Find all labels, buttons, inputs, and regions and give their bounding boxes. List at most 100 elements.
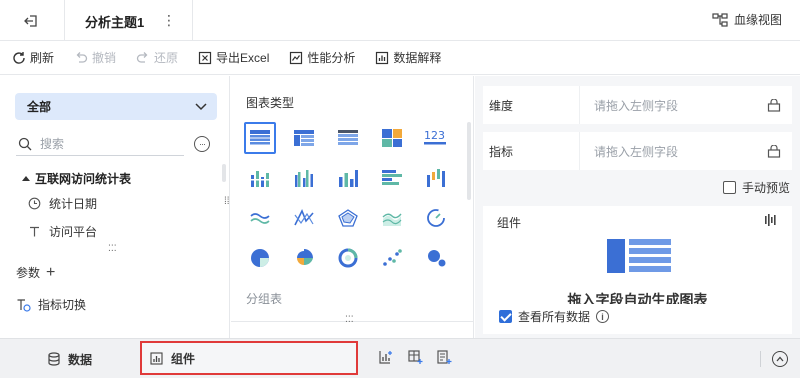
scatter-icon[interactable] (376, 242, 408, 274)
data-explain-icon (376, 51, 389, 64)
table-icon[interactable] (244, 122, 276, 154)
tab-widget[interactable]: 组件 (140, 341, 358, 375)
resize-handle-icon[interactable]: ⁚⁚⁚ (345, 315, 354, 324)
radar-icon[interactable] (332, 202, 364, 234)
redo-icon (136, 51, 148, 63)
lineage-view-button[interactable]: 血缘视图 (712, 11, 782, 28)
more-circle-icon[interactable]: ··· (194, 136, 210, 152)
divider (760, 351, 761, 367)
exit-icon[interactable] (18, 10, 44, 32)
field-panel: 全部 搜索 ··· 互联网访问统计表 统计日期 访问平台 ⁞⁞ ⁚⁚⁚ 参数 +… (0, 76, 230, 338)
manual-preview-label: 手动预览 (741, 181, 790, 195)
field-label: 统计日期 (49, 196, 98, 211)
info-icon[interactable]: i (596, 310, 610, 323)
config-panel: 维度 请拖入左侧字段 指标 请拖入左侧字段 手动预览 组件 拖入字段自动生成图表… (475, 76, 800, 338)
subject-title[interactable]: 分析主题1 (85, 12, 144, 31)
group-name: 互联网访问统计表 (35, 171, 132, 186)
database-icon (48, 352, 60, 366)
manual-preview-checkbox[interactable] (722, 181, 736, 194)
add-widget-icons (378, 349, 452, 368)
field-item-platform[interactable]: 访问平台 (22, 218, 212, 244)
tree-group[interactable]: 互联网访问统计表 (22, 168, 212, 188)
metric-placeholder: 请拖入左侧字段 (594, 144, 679, 159)
treemap-icon[interactable] (376, 122, 408, 154)
collapse-up-icon[interactable] (772, 351, 788, 367)
grouped-table-icon[interactable] (332, 122, 364, 154)
horizontal-bar-icon[interactable] (376, 162, 408, 194)
text-type-icon (30, 226, 39, 236)
grouped-bar-icon[interactable] (288, 162, 320, 194)
undo-label: 撤销 (92, 51, 117, 65)
params-label: 参数 (16, 266, 41, 280)
kpi-number-icon[interactable]: 123 (420, 122, 452, 154)
field-item-date[interactable]: 统计日期 (22, 190, 212, 216)
wave-line-icon[interactable] (244, 202, 276, 234)
cross-table-icon[interactable] (288, 122, 320, 154)
waterfall-icon[interactable] (420, 162, 452, 194)
search-input[interactable]: 搜索 (16, 132, 184, 156)
group-table-title: 分组表 (246, 292, 283, 306)
divider (64, 0, 65, 41)
ring-icon[interactable] (332, 242, 364, 274)
area-line-icon[interactable] (376, 202, 408, 234)
data-explain-button[interactable]: 数据解释 (375, 49, 441, 66)
metric-switch-icon (17, 298, 31, 312)
data-explain-label: 数据解释 (393, 51, 442, 65)
redo-button[interactable]: 还原 (136, 49, 178, 66)
tab-data[interactable]: 数据 (48, 339, 92, 378)
chevron-down-icon (195, 102, 207, 110)
more-options-icon[interactable]: ⋮ (162, 10, 176, 30)
metric-drop-zone[interactable]: 请拖入左侧字段 (579, 132, 756, 170)
bubble-icon[interactable] (420, 242, 452, 274)
expand-triangle-icon[interactable] (22, 175, 30, 181)
redo-label: 还原 (154, 51, 179, 65)
resize-handle-icon[interactable]: ⁚⁚⁚ (108, 244, 117, 253)
view-all-checkbox[interactable] (499, 310, 512, 323)
performance-button[interactable]: 性能分析 (289, 49, 355, 66)
undo-button[interactable]: 撤销 (74, 49, 116, 66)
params-row[interactable]: 参数 + (16, 264, 55, 281)
dimension-label: 维度 (489, 98, 514, 113)
scrollbar[interactable] (222, 164, 226, 182)
dimension-drop-zone[interactable]: 请拖入左侧字段 (579, 86, 756, 124)
toolbar: 刷新 撤销 还原 导出Excel 性能分析 数据解释 (0, 41, 800, 75)
metric-label: 指标 (489, 144, 514, 159)
metric-lock-icon[interactable] (756, 144, 792, 158)
refresh-label: 刷新 (30, 51, 55, 65)
search-row: 搜索 ··· (16, 132, 216, 156)
refresh-icon (13, 51, 25, 64)
svg-text:123: 123 (424, 129, 445, 142)
view-all-data-toggle[interactable]: 查看所有数据 i (499, 308, 610, 325)
widget-settings-icon[interactable] (764, 214, 778, 229)
widget-title: 组件 (497, 216, 522, 230)
top-bar: 分析主题1 ⋮ 血缘视图 (0, 0, 800, 41)
dimension-lock-icon[interactable] (756, 98, 792, 112)
scope-select-value: 全部 (27, 100, 52, 114)
add-table-icon[interactable] (407, 349, 423, 368)
widget-preview-card: 组件 拖入字段自动生成图表 查看所有数据 i (483, 206, 792, 334)
dimension-placeholder: 请拖入左侧字段 (594, 98, 679, 113)
metric-switch-item[interactable]: 指标切换 (16, 296, 86, 313)
manual-preview-toggle[interactable]: 手动预览 (722, 179, 790, 196)
refresh-button[interactable]: 刷新 (12, 49, 54, 66)
pie-icon[interactable] (244, 242, 276, 274)
tab-data-label: 数据 (68, 352, 93, 367)
scope-select[interactable]: 全部 (15, 93, 217, 120)
field-tree: 互联网访问统计表 统计日期 访问平台 (22, 168, 212, 244)
dot-bar-icon[interactable] (244, 162, 276, 194)
auto-generate-hint: 拖入字段自动生成图表 (567, 292, 708, 304)
scrollbar[interactable] (467, 122, 471, 200)
export-excel-button[interactable]: 导出Excel (198, 49, 269, 66)
excel-icon (198, 51, 212, 64)
add-text-icon[interactable] (436, 349, 452, 368)
rose-pie-icon[interactable] (288, 242, 320, 274)
gauge-icon[interactable] (420, 202, 452, 234)
stacked-bar-icon[interactable] (332, 162, 364, 194)
cross-line-icon[interactable] (288, 202, 320, 234)
add-param-icon[interactable]: + (46, 264, 55, 280)
search-icon (18, 137, 32, 150)
view-all-label: 查看所有数据 (518, 310, 591, 324)
search-placeholder: 搜索 (40, 137, 65, 151)
add-chart-icon[interactable] (378, 349, 394, 368)
export-excel-label: 导出Excel (216, 51, 270, 65)
